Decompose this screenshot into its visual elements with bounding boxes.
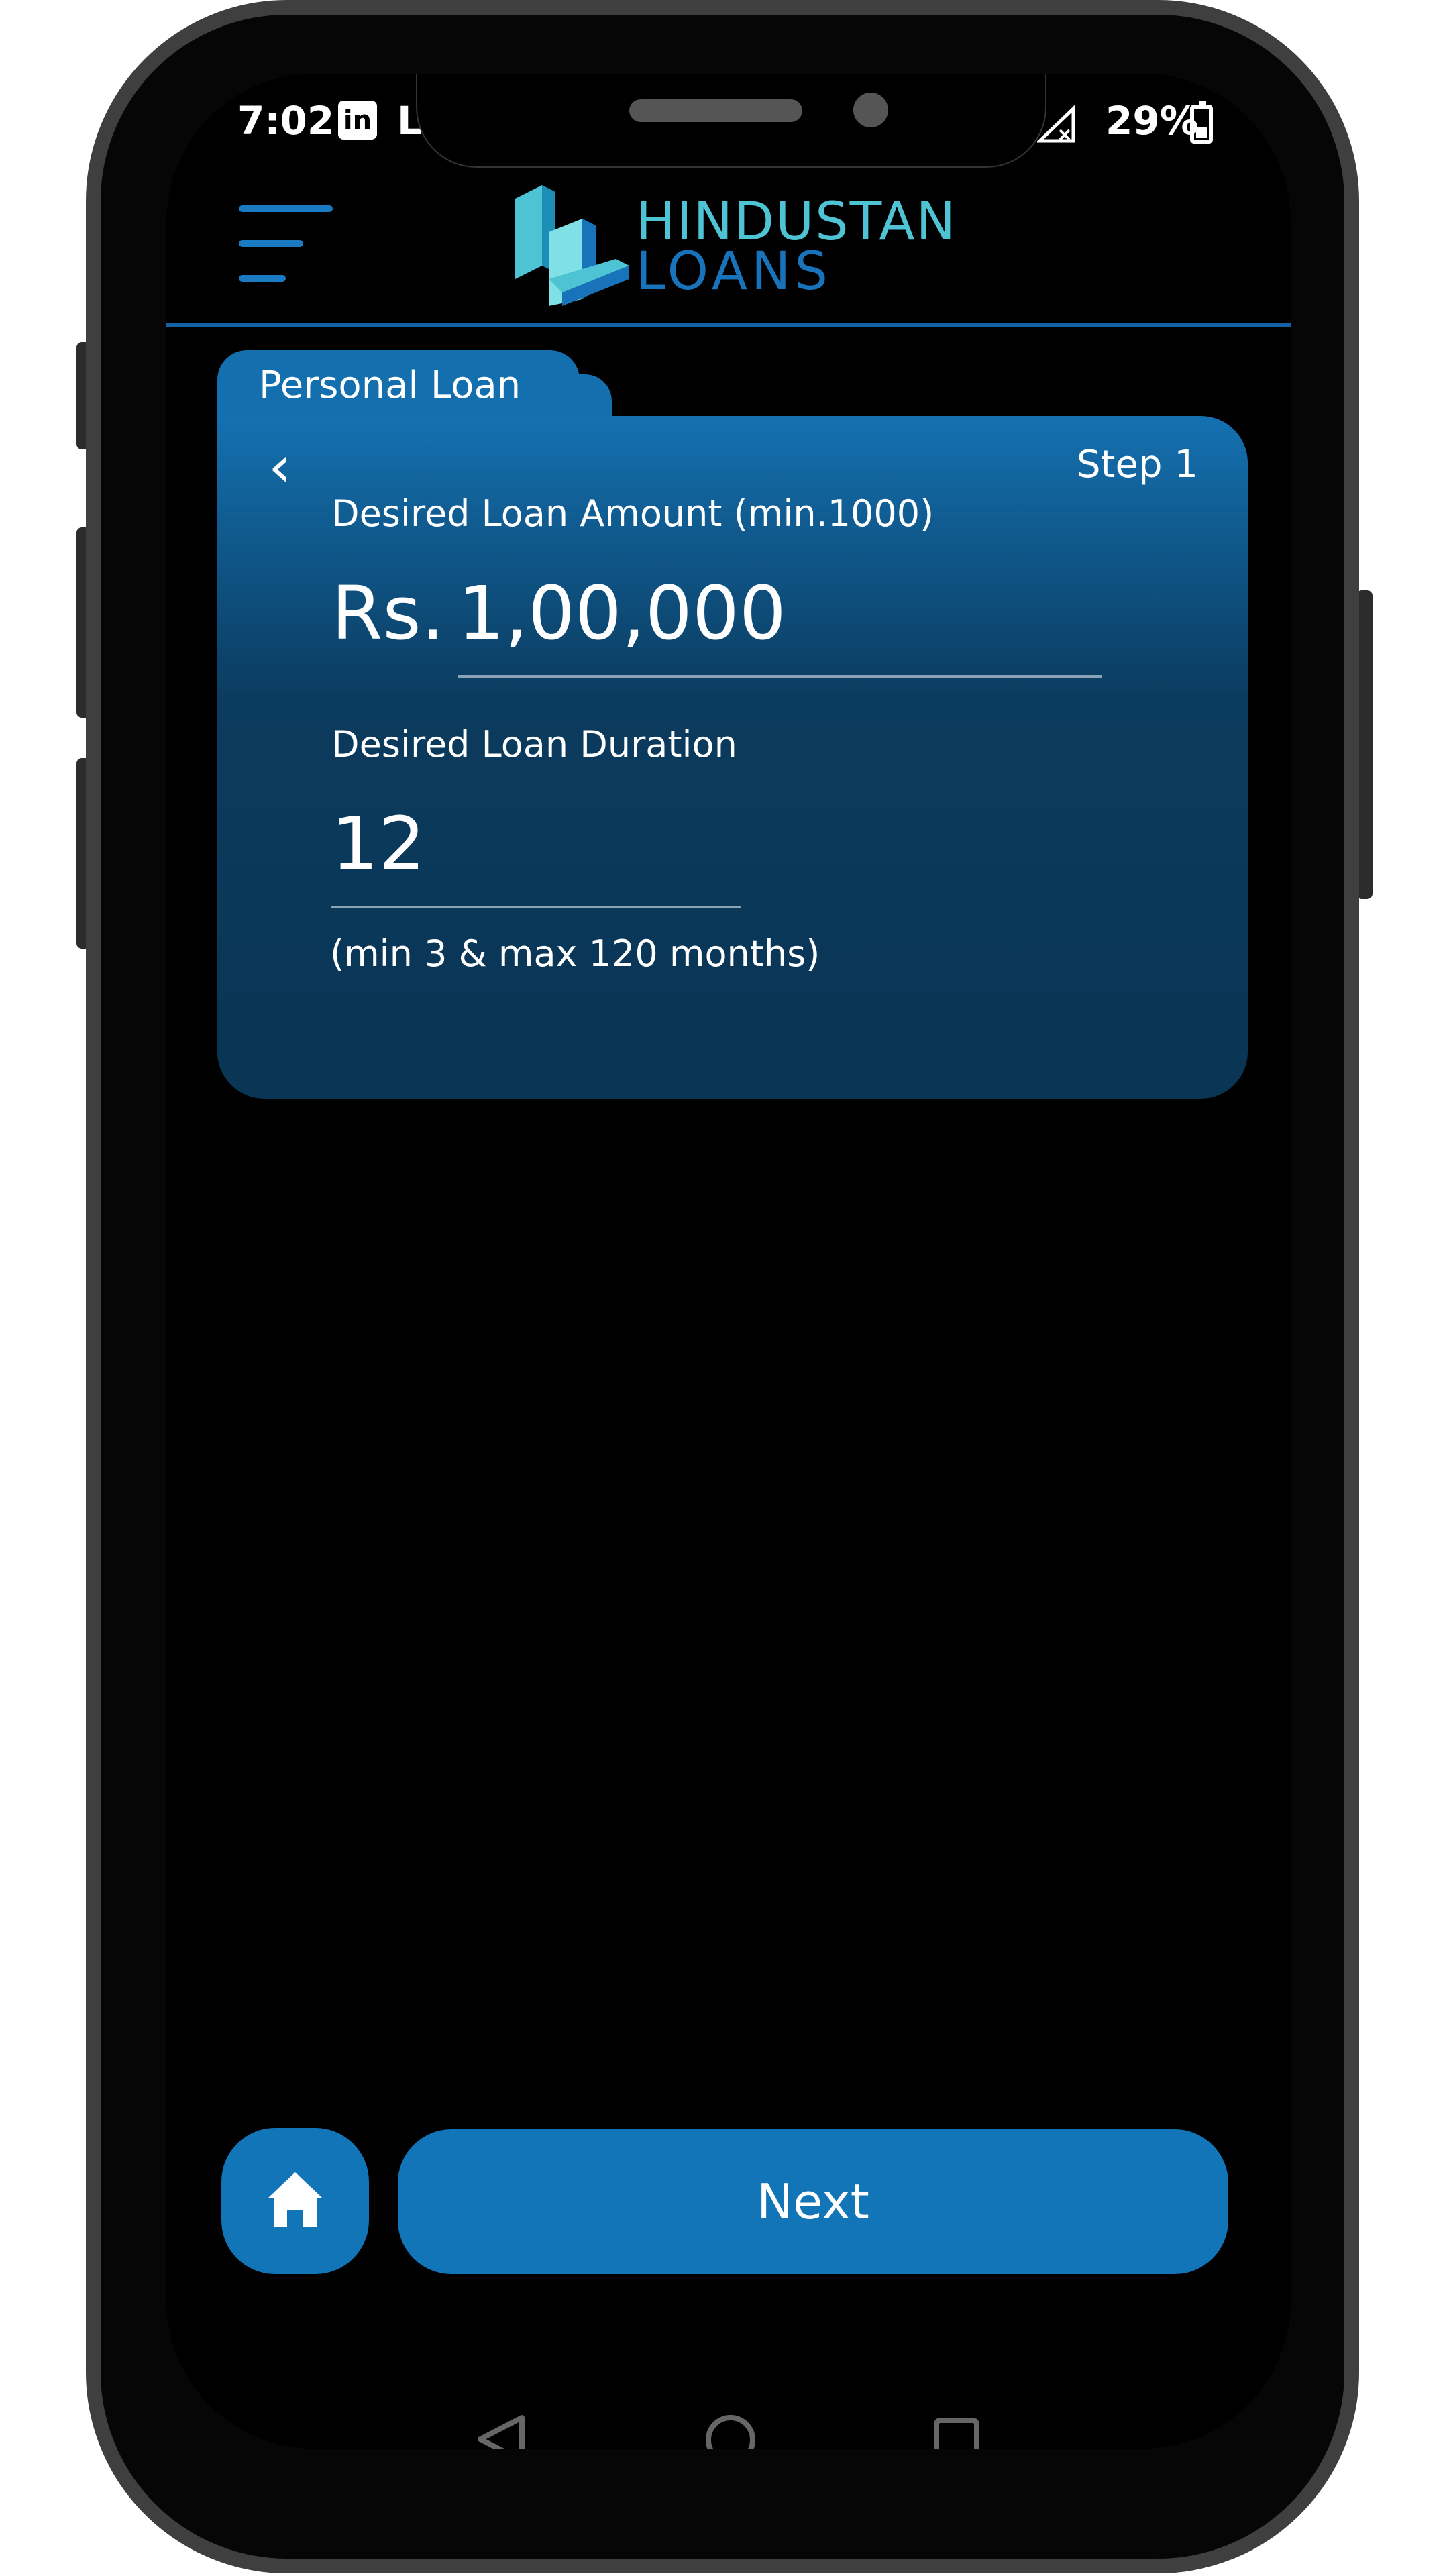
loan-duration-underline	[331, 906, 741, 908]
hindustan-loans-logo: HINDUSTAN LOANS	[502, 185, 998, 306]
loan-amount-underline	[458, 675, 1102, 678]
status-time: 7:02	[237, 98, 335, 144]
chevron-left-icon[interactable]: ‹	[268, 438, 309, 496]
loan-duration-hint: (min 3 & max 120 months)	[330, 932, 820, 975]
step-indicator: Step 1	[1077, 443, 1198, 486]
logo-mark-icon	[515, 185, 629, 306]
currency-prefix: Rs.	[331, 570, 445, 656]
nav-back-icon[interactable]	[475, 2412, 526, 2449]
menu-icon[interactable]	[239, 205, 339, 286]
battery-percentage: 29%	[1106, 98, 1199, 144]
header-divider	[166, 323, 1291, 327]
front-camera	[853, 93, 888, 127]
speaker	[629, 99, 802, 122]
battery-icon	[1190, 101, 1213, 144]
loan-duration-input[interactable]: 12	[331, 801, 734, 887]
home-button[interactable]	[221, 2128, 369, 2274]
nav-home-icon[interactable]	[706, 2415, 755, 2449]
next-button[interactable]: Next	[398, 2129, 1228, 2274]
home-icon	[268, 2172, 322, 2227]
loan-amount-input[interactable]: 1,00,000	[458, 570, 1102, 656]
loan-amount-label: Desired Loan Amount (min.1000)	[331, 492, 934, 535]
linkedin-icon: in	[338, 101, 377, 140]
nav-recent-apps-icon[interactable]	[934, 2418, 979, 2449]
logo-text-loans: LOANS	[636, 241, 832, 302]
loan-duration-label: Desired Loan Duration	[331, 723, 737, 765]
card-tab-label: Personal Loan	[259, 364, 521, 407]
app-screen: 7:02 in L 29% HINDUSTAN LOANS Personal L…	[166, 74, 1291, 2449]
no-signal-icon	[1037, 105, 1075, 143]
